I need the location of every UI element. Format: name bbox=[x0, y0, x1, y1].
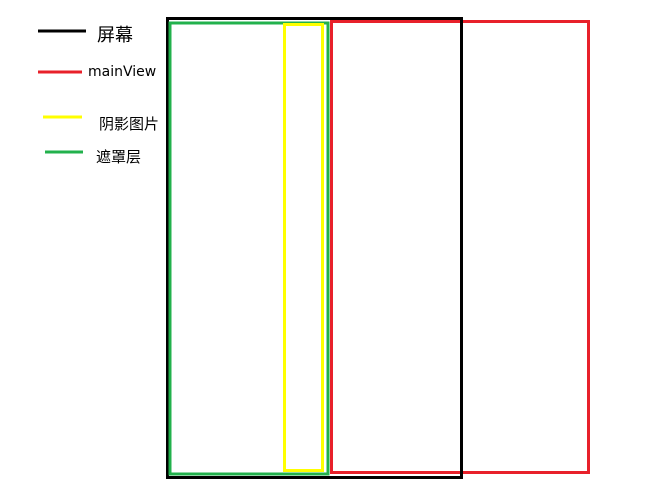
legend-label-shadow-image: 阴影图片 bbox=[99, 115, 159, 133]
shadow-image-box bbox=[283, 23, 324, 472]
mask-layer-box bbox=[168, 21, 330, 476]
legend-label-screen: 屏幕 bbox=[97, 25, 133, 46]
screen-box bbox=[166, 17, 463, 479]
legend: 屏幕 mainView 阴影图片 遮罩层 bbox=[38, 25, 159, 166]
legend-label-mask: 遮罩层 bbox=[96, 148, 141, 166]
layer-diagram: 屏幕 mainView 阴影图片 遮罩层 bbox=[38, 17, 590, 479]
legend-label-mainview: mainView bbox=[88, 64, 156, 80]
